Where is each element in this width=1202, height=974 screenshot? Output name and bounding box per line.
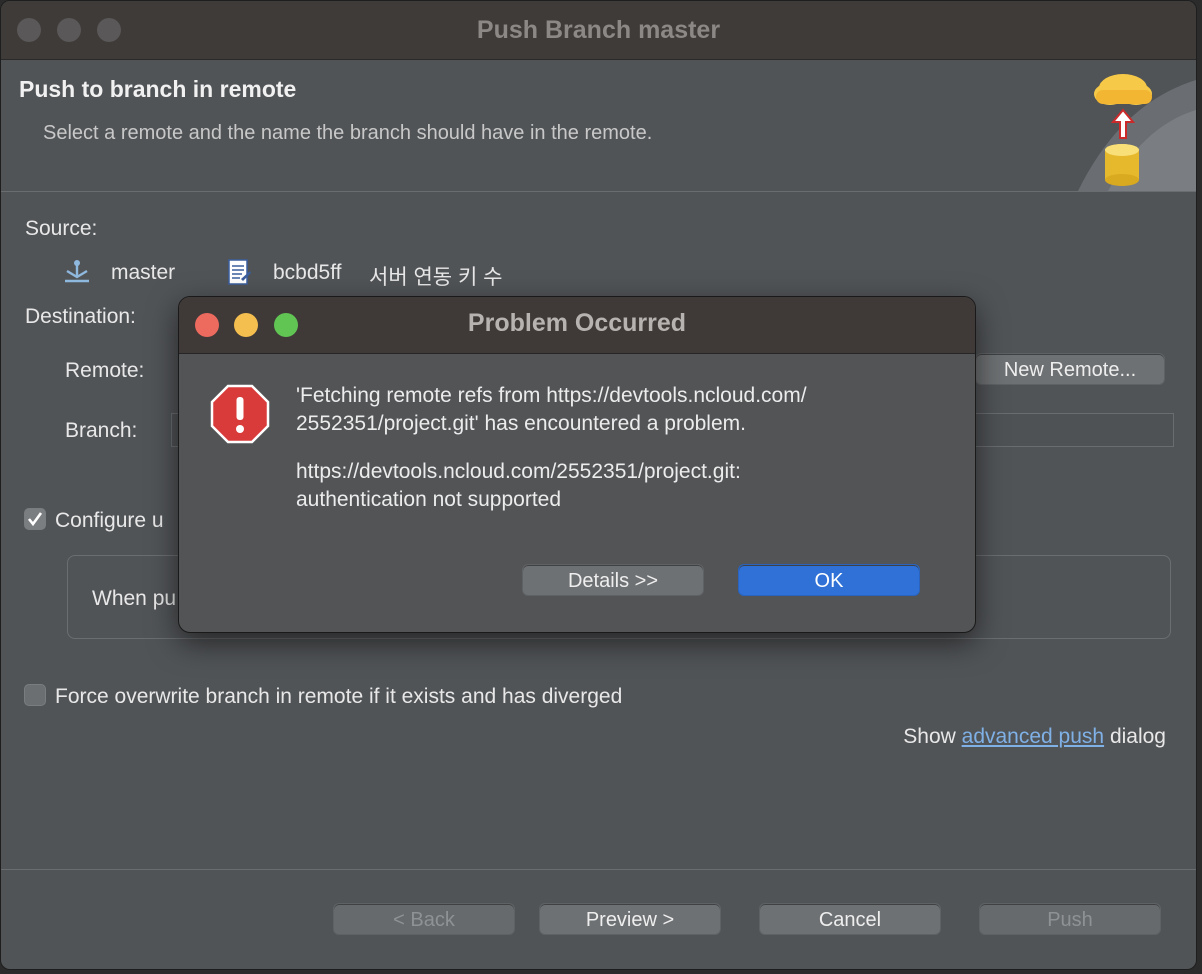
force-overwrite-label: Force overwrite branch in remote if it e… [55, 685, 623, 708]
commit-message: 서버 연동 키 수 [369, 266, 503, 289]
push-button[interactable]: Push [979, 903, 1161, 935]
window-title: Push Branch master [476, 16, 721, 44]
error-detail-line-2: authentication not supported [296, 488, 562, 511]
header-subtitle: Select a remote and the name the branch … [43, 122, 653, 144]
wizard-header: Push to branch in remote Select a remote… [1, 60, 1196, 192]
remote-label: Remote: [65, 359, 145, 382]
push-cloud-icon [1078, 74, 1196, 191]
branch-icon [65, 260, 89, 283]
details-button[interactable]: Details >> [522, 564, 704, 596]
new-remote-button[interactable]: New Remote... [975, 353, 1165, 385]
destination-label: Destination: [25, 305, 136, 328]
branch-label: Branch: [65, 419, 138, 442]
cancel-button[interactable]: Cancel [759, 903, 941, 935]
configure-upstream-checkbox[interactable] [24, 508, 46, 530]
error-message-line-1: 'Fetching remote refs from https://devto… [296, 384, 807, 407]
when-pull-label: When pu [92, 587, 177, 610]
error-detail-line-1: https://devtools.ncloud.com/2552351/proj… [296, 460, 741, 483]
window-titlebar: Push Branch master [1, 1, 1196, 60]
source-label: Source: [25, 217, 98, 240]
configure-upstream-label: Configure u [55, 509, 164, 532]
advanced-push-line: Show advanced push dialog [903, 725, 1166, 749]
commit-id: bcbd5ff [273, 261, 342, 284]
header-title: Push to branch in remote [19, 76, 297, 102]
source-branch: master [111, 261, 176, 284]
show-prefix: Show [903, 725, 956, 748]
advanced-push-link[interactable]: advanced push [962, 725, 1104, 748]
problem-dialog: Problem Occurred 'Fetching remote refs f… [178, 296, 976, 633]
dialog-title: Problem Occurred [467, 309, 687, 337]
commit-icon [228, 259, 251, 285]
checkmark-icon [27, 512, 43, 527]
force-overwrite-checkbox[interactable] [24, 684, 46, 706]
error-icon [210, 384, 270, 444]
back-button[interactable]: < Back [333, 903, 515, 935]
footer-divider [1, 869, 1196, 870]
preview-button[interactable]: Preview > [539, 903, 721, 935]
ok-button[interactable]: OK [738, 564, 920, 596]
show-suffix: dialog [1109, 725, 1166, 748]
dialog-titlebar: Problem Occurred [179, 297, 975, 354]
error-message-line-2: 2552351/project.git' has encountered a p… [296, 412, 746, 435]
